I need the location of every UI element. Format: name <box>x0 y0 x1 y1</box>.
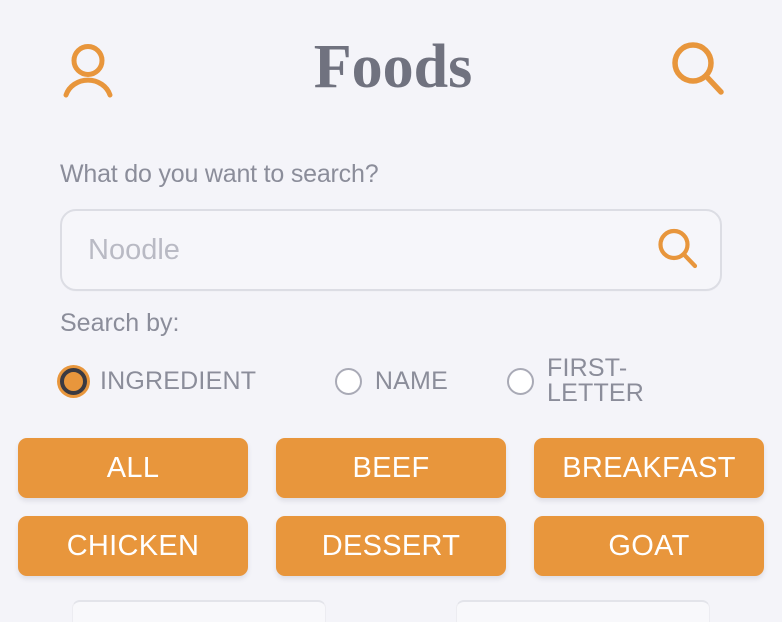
search-by-section: Search by: INGREDIENT NAME FIRST-LETTER <box>0 311 782 406</box>
search-icon <box>655 226 701 275</box>
radio-label: FIRST-LETTER <box>547 354 645 407</box>
search-prompt-label: What do you want to search? <box>60 160 379 188</box>
category-button-chicken[interactable]: CHICKEN <box>18 516 248 576</box>
search-box[interactable] <box>60 209 722 291</box>
search-icon <box>667 38 729 103</box>
radio-option-ingredient[interactable]: INGREDIENT <box>60 366 335 395</box>
category-button-goat[interactable]: GOAT <box>534 516 764 576</box>
header-search-button[interactable] <box>666 38 730 102</box>
radio-option-name[interactable]: NAME <box>334 366 507 395</box>
radio-label: NAME <box>374 366 448 395</box>
category-button-grid: ALL BEEF BREAKFAST CHICKEN DESSERT GOAT <box>0 438 782 576</box>
app-header: Foods <box>0 0 782 140</box>
app-root: Foods What do you want to search? Noodle… <box>0 0 782 622</box>
search-submit-button[interactable] <box>654 226 702 274</box>
account-button[interactable] <box>56 38 120 102</box>
radio-label: INGREDIENT <box>100 366 257 395</box>
search-input[interactable] <box>62 211 720 289</box>
category-button-all[interactable]: ALL <box>18 438 248 498</box>
result-card[interactable] <box>456 600 710 622</box>
radio-mark[interactable] <box>334 367 362 395</box>
person-icon <box>57 38 119 103</box>
radio-option-first-letter[interactable]: FIRST-LETTER <box>507 356 722 406</box>
category-button-beef[interactable]: BEEF <box>276 438 506 498</box>
search-section: What do you want to search? <box>0 162 782 291</box>
page-title: Foods <box>313 33 473 101</box>
result-card[interactable] <box>72 600 326 622</box>
category-button-dessert[interactable]: DESSERT <box>276 516 506 576</box>
results-list-peek <box>0 600 782 622</box>
category-button-breakfast[interactable]: BREAKFAST <box>534 438 764 498</box>
radio-mark-selected[interactable] <box>60 367 87 395</box>
radio-mark[interactable] <box>507 367 534 395</box>
search-by-radio-group: INGREDIENT NAME FIRST-LETTER <box>60 356 722 406</box>
search-by-label: Search by: <box>60 309 180 337</box>
